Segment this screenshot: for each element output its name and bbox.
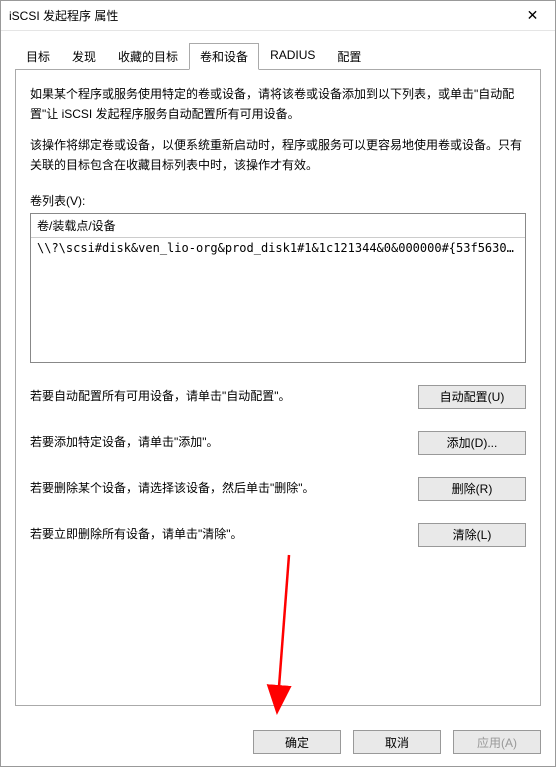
row-text: 若要自动配置所有可用设备，请单击"自动配置"。 <box>30 387 418 406</box>
annotation-arrow-icon <box>264 550 314 720</box>
window-title: iSCSI 发起程序 属性 <box>9 7 118 24</box>
tab-discovery[interactable]: 发现 <box>61 43 107 69</box>
ok-button[interactable]: 确定 <box>253 730 341 754</box>
row-remove: 若要删除某个设备，请选择该设备，然后单击"删除"。 删除(R) <box>30 477 526 501</box>
row-add: 若要添加特定设备，请单击"添加"。 添加(D)... <box>30 431 526 455</box>
description-1: 如果某个程序或服务使用特定的卷或设备，请将该卷或设备添加到以下列表，或单击"自动… <box>30 84 526 125</box>
tab-panel: 如果某个程序或服务使用特定的卷或设备，请将该卷或设备添加到以下列表，或单击"自动… <box>15 70 541 706</box>
auto-configure-button[interactable]: 自动配置(U) <box>418 385 526 409</box>
row-auto-configure: 若要自动配置所有可用设备，请单击"自动配置"。 自动配置(U) <box>30 385 526 409</box>
row-text: 若要立即删除所有设备，请单击"清除"。 <box>30 525 418 544</box>
close-icon: ✕ <box>527 7 539 24</box>
cancel-button[interactable]: 取消 <box>353 730 441 754</box>
clear-button[interactable]: 清除(L) <box>418 523 526 547</box>
volume-list-label: 卷列表(V): <box>30 192 526 209</box>
remove-button[interactable]: 删除(R) <box>418 477 526 501</box>
close-button[interactable]: ✕ <box>510 1 555 31</box>
titlebar: iSCSI 发起程序 属性 ✕ <box>1 1 555 31</box>
tab-targets[interactable]: 目标 <box>15 43 61 69</box>
row-text: 若要添加特定设备，请单击"添加"。 <box>30 433 418 452</box>
tab-strip: 目标 发现 收藏的目标 卷和设备 RADIUS 配置 <box>15 43 541 70</box>
row-text: 若要删除某个设备，请选择该设备，然后单击"删除"。 <box>30 479 418 498</box>
tab-volumes-devices[interactable]: 卷和设备 <box>189 43 259 70</box>
apply-button[interactable]: 应用(A) <box>453 730 541 754</box>
content-area: 目标 发现 收藏的目标 卷和设备 RADIUS 配置 如果某个程序或服务使用特定… <box>1 31 555 718</box>
list-item[interactable]: \\?\scsi#disk&ven_lio-org&prod_disk1#1&1… <box>31 238 525 258</box>
list-column-header[interactable]: 卷/装载点/设备 <box>31 214 525 238</box>
dialog-window: iSCSI 发起程序 属性 ✕ 目标 发现 收藏的目标 卷和设备 RADIUS … <box>0 0 556 767</box>
dialog-footer: 确定 取消 应用(A) <box>1 718 555 766</box>
row-clear: 若要立即删除所有设备，请单击"清除"。 清除(L) <box>30 523 526 547</box>
add-button[interactable]: 添加(D)... <box>418 431 526 455</box>
tab-radius[interactable]: RADIUS <box>259 43 326 69</box>
tab-configuration[interactable]: 配置 <box>326 43 372 69</box>
tab-favorite-targets[interactable]: 收藏的目标 <box>107 43 189 69</box>
volume-list[interactable]: 卷/装载点/设备 \\?\scsi#disk&ven_lio-org&prod_… <box>30 213 526 363</box>
description-2: 该操作将绑定卷或设备，以便系统重新启动时，程序或服务可以更容易地使用卷或设备。只… <box>30 135 526 176</box>
